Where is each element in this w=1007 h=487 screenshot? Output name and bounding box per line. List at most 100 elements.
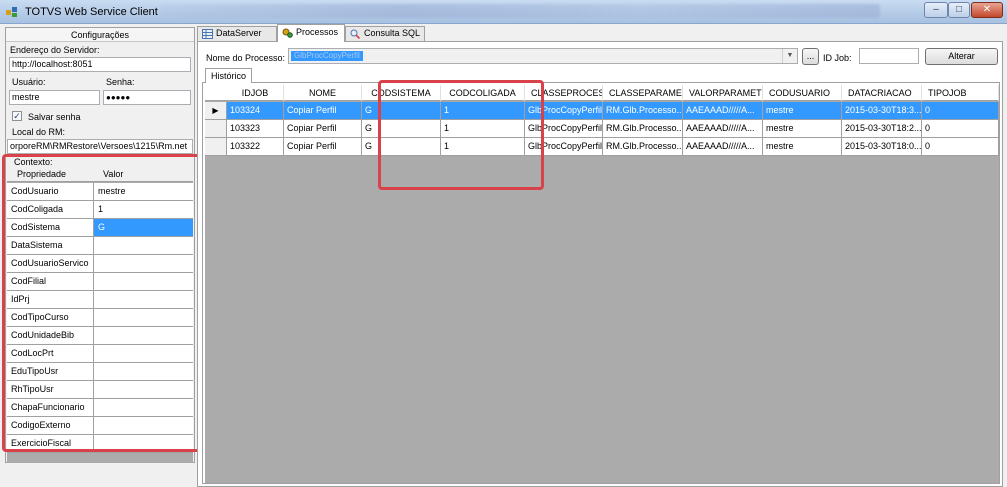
context-row[interactable]: CodColigada 1	[7, 201, 193, 219]
table-cell[interactable]: 2015-03-30T18:0...	[842, 138, 922, 156]
context-value-cell[interactable]	[94, 237, 193, 255]
context-row[interactable]: CodTipoCurso	[7, 309, 193, 327]
table-cell[interactable]: RM.Glb.Processo...	[603, 138, 683, 156]
minimize-button[interactable]: –	[924, 2, 948, 18]
save-password-checkbox[interactable]: ✓	[12, 111, 22, 121]
column-header[interactable]: CODUSUARIO	[763, 85, 842, 101]
table-cell[interactable]: AAEAAAD/////A...	[683, 138, 763, 156]
tab-processos[interactable]: Processos	[277, 24, 345, 42]
context-property-cell[interactable]: CodUsuarioServico	[7, 255, 94, 273]
context-row[interactable]: CodigoExterno	[7, 417, 193, 435]
table-cell[interactable]: G	[362, 102, 441, 120]
context-row[interactable]: CodSistema G	[7, 219, 193, 237]
context-value-cell[interactable]: mestre	[94, 183, 193, 201]
column-header[interactable]: CLASSEPARAMET	[603, 85, 683, 101]
context-value-cell[interactable]	[94, 345, 193, 363]
row-header[interactable]	[205, 120, 227, 138]
column-header[interactable]: IDJOB	[227, 85, 284, 101]
table-cell[interactable]: 103322	[227, 138, 284, 156]
table-row[interactable]: 103322 Copiar Perfil G 1 GlbProcCopyPerfil RM…	[205, 138, 999, 156]
process-name-combo[interactable]: GlbProcCopyPerfil ▼	[288, 48, 798, 64]
context-property-cell[interactable]: CodFilial	[7, 273, 94, 291]
table-cell[interactable]: G	[362, 138, 441, 156]
context-property-cell[interactable]: RhTipoUsr	[7, 381, 94, 399]
column-header[interactable]: CODCOLIGADA	[441, 85, 525, 101]
column-header[interactable]: NOME	[284, 85, 362, 101]
table-row[interactable]: 103323 Copiar Perfil G 1 GlbProcCopyPerfil RM…	[205, 120, 999, 138]
context-row[interactable]: CodUnidadeBib	[7, 327, 193, 345]
table-cell[interactable]: AAEAAAD/////A...	[683, 102, 763, 120]
tab-historico[interactable]: Histórico	[205, 68, 253, 83]
context-property-cell[interactable]: ExercicioFiscal	[7, 435, 94, 453]
table-cell[interactable]: AAEAAAD/////A...	[683, 120, 763, 138]
context-property-cell[interactable]: CodigoExterno	[7, 417, 94, 435]
context-row[interactable]: ExercicioFiscal	[7, 435, 193, 453]
password-input[interactable]: ●●●●●	[103, 90, 191, 105]
column-header[interactable]: DATACRIACAO	[842, 85, 922, 101]
table-cell[interactable]: Copiar Perfil	[284, 138, 362, 156]
column-header[interactable]: CLASSEPROCESS	[525, 85, 603, 101]
context-value-cell[interactable]	[94, 363, 193, 381]
server-input[interactable]: http://localhost:8051	[9, 57, 191, 72]
close-button[interactable]: ✕	[971, 2, 1003, 18]
context-grid[interactable]: Propriedade Valor CodUsuario mestre CodCol…	[7, 167, 193, 463]
table-cell[interactable]: 2015-03-30T18:3...	[842, 102, 922, 120]
context-value-cell[interactable]	[94, 435, 193, 453]
table-cell[interactable]: 1	[441, 138, 525, 156]
context-value-cell[interactable]: G	[94, 219, 193, 237]
table-cell[interactable]: GlbProcCopyPerfil	[525, 102, 603, 120]
context-value-cell[interactable]	[94, 309, 193, 327]
table-cell[interactable]: Copiar Perfil	[284, 102, 362, 120]
table-cell[interactable]: 1	[441, 120, 525, 138]
row-header[interactable]	[205, 138, 227, 156]
context-row[interactable]: CodUsuario mestre	[7, 183, 193, 201]
context-value-cell[interactable]	[94, 417, 193, 435]
idjob-input[interactable]	[859, 48, 919, 64]
row-header[interactable]: ▶	[205, 102, 227, 120]
table-row[interactable]: ▶ 103324 Copiar Perfil G 1 GlbProcCopyPerfil R…	[205, 102, 999, 120]
context-property-cell[interactable]: DataSistema	[7, 237, 94, 255]
table-cell[interactable]: 0	[922, 138, 999, 156]
context-value-cell[interactable]	[94, 327, 193, 345]
table-cell[interactable]: mestre	[763, 120, 842, 138]
context-value-cell[interactable]	[94, 399, 193, 417]
context-property-cell[interactable]: IdPrj	[7, 291, 94, 309]
context-row[interactable]: IdPrj	[7, 291, 193, 309]
column-header[interactable]: CODSISTEMA	[362, 85, 441, 101]
table-cell[interactable]: GlbProcCopyPerfil	[525, 138, 603, 156]
table-cell[interactable]: mestre	[763, 102, 842, 120]
rm-path-input[interactable]: orporeRM\RMRestore\Versoes\1215\Rm.net	[7, 139, 193, 154]
table-cell[interactable]: 2015-03-30T18:2...	[842, 120, 922, 138]
column-header[interactable]: VALORPARAMETI	[683, 85, 763, 101]
context-row[interactable]: CodFilial	[7, 273, 193, 291]
alter-button[interactable]: Alterar	[925, 48, 998, 65]
table-cell[interactable]: mestre	[763, 138, 842, 156]
user-input[interactable]: mestre	[9, 90, 100, 105]
table-cell[interactable]: 103324	[227, 102, 284, 120]
browse-button[interactable]: ...	[802, 48, 819, 65]
chevron-down-icon[interactable]: ▼	[782, 49, 797, 63]
table-cell[interactable]: 0	[922, 120, 999, 138]
context-value-cell[interactable]	[94, 291, 193, 309]
table-cell[interactable]: GlbProcCopyPerfil	[525, 120, 603, 138]
context-property-cell[interactable]: CodTipoCurso	[7, 309, 94, 327]
context-property-cell[interactable]: CodLocPrt	[7, 345, 94, 363]
column-header[interactable]: TIPOJOB	[922, 85, 999, 101]
context-value-cell[interactable]	[94, 255, 193, 273]
context-row[interactable]: ChapaFuncionario	[7, 399, 193, 417]
table-cell[interactable]: 103323	[227, 120, 284, 138]
context-property-cell[interactable]: CodUsuario	[7, 183, 94, 201]
table-cell[interactable]: 1	[441, 102, 525, 120]
context-property-cell[interactable]: EduTipoUsr	[7, 363, 94, 381]
context-header-value[interactable]: Valor	[103, 169, 123, 179]
history-grid[interactable]: IDJOB NOME CODSISTEMA CODCOLIGADA CLASSEPROC…	[205, 85, 999, 483]
table-cell[interactable]: Copiar Perfil	[284, 120, 362, 138]
context-property-cell[interactable]: ChapaFuncionario	[7, 399, 94, 417]
tab-consulta-sql[interactable]: Consulta SQL	[345, 26, 425, 41]
context-row[interactable]: EduTipoUsr	[7, 363, 193, 381]
context-value-cell[interactable]	[94, 273, 193, 291]
context-property-cell[interactable]: CodColigada	[7, 201, 94, 219]
context-value-cell[interactable]	[94, 381, 193, 399]
table-cell[interactable]: RM.Glb.Processo...	[603, 120, 683, 138]
table-cell[interactable]: RM.Glb.Processo...	[603, 102, 683, 120]
